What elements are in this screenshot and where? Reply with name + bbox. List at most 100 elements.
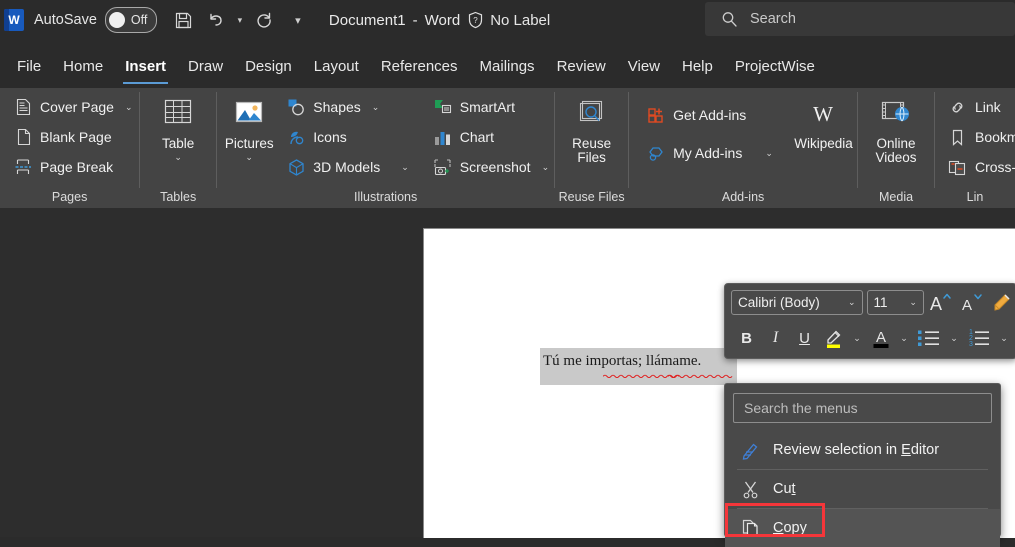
search-input[interactable]: Search [705,2,1015,36]
document-name: Document1 [328,11,406,29]
format-painter-icon[interactable] [989,288,1015,316]
bullets-icon[interactable] [914,324,944,352]
tab-review[interactable]: Review [546,54,617,84]
my-add-ins-icon [646,143,666,163]
underline-button[interactable]: U [791,324,818,352]
tab-projectwise[interactable]: ProjectWise [724,54,826,84]
undo-icon[interactable] [201,6,231,34]
ribbon-group-links-label: Lin [966,190,984,204]
context-menu-item-review-selection-in-editor[interactable]: Review selection in Editor [725,431,1000,469]
tab-draw[interactable]: Draw [177,54,234,84]
cover-page-caret[interactable]: ⌄ [125,102,133,113]
online-videos-button[interactable]: Online Videos [864,92,928,165]
font-size-value: 11 [873,294,888,310]
search-the-menus-input[interactable]: Search the menus [733,393,992,423]
font-name-caret[interactable]: ⌄ [848,297,862,308]
font-size-combobox[interactable]: 11 ⌄ [866,289,924,315]
icons-icon [286,127,306,147]
online-videos-icon [877,94,915,134]
tab-layout[interactable]: Layout [303,54,370,84]
italic-button[interactable]: I [762,324,789,352]
reuse-files-icon [574,94,610,134]
tab-view[interactable]: View [617,54,671,84]
font-color-icon[interactable]: A [867,324,894,352]
smartart-label: SmartArt [459,99,515,115]
get-add-ins-button[interactable]: Get Add-ins [641,100,778,130]
grow-font-icon[interactable]: A [928,288,955,316]
pictures-label: Pictures [224,136,274,151]
redo-icon[interactable] [249,6,279,34]
cross-reference-button[interactable]: Cross- [943,152,1015,182]
context-menu-label-cut: Cut [773,481,796,497]
wikipedia-button[interactable]: W Wikipedia [790,92,857,151]
font-name-value: Calibri (Body) [738,294,820,310]
pictures-button[interactable]: Pictures ⌄ [223,92,275,163]
bullets-caret[interactable]: ⌄ [946,324,962,352]
page-break-button[interactable]: Page Break [8,152,118,182]
get-add-ins-icon [646,105,666,125]
customize-quick-access-toolbar-icon[interactable]: ▾ [291,6,305,34]
word-app-icon: W [4,9,24,31]
link-button[interactable]: Link [943,92,1006,122]
shapes-icon [286,97,306,117]
sensitivity-label-button[interactable]: ? No Label [467,11,550,29]
my-add-ins-caret[interactable]: ⌄ [765,148,773,159]
3d-models-button[interactable]: 3D Models ⌄ [281,152,413,182]
smartart-button[interactable]: SmartArt [428,92,554,122]
bookmark-button[interactable]: Bookm [943,122,1015,152]
tab-mailings[interactable]: Mailings [469,54,546,84]
page-break-icon [13,157,33,177]
underline-label: U [799,329,810,347]
screenshot-icon [433,157,453,177]
table-button[interactable]: Table ⌄ [146,92,210,163]
document-title: Document1 - Word ? No Label [329,11,550,29]
mini-toolbar-row-format: B I U ⌄ A ⌄ ⌄ 123 ⌄ [725,320,1015,356]
shapes-button[interactable]: Shapes ⌄ [281,92,413,122]
numbering-caret[interactable]: ⌄ [996,324,1012,352]
document-selected-text[interactable]: Tú me importas; llámame. [543,353,701,370]
tab-file[interactable]: File [6,54,52,84]
bold-button[interactable]: B [733,324,760,352]
highlight-color-caret[interactable]: ⌄ [849,324,865,352]
reuse-files-label: Reuse Files [572,136,612,165]
reuse-files-button[interactable]: Reuse Files [560,92,624,165]
cover-page-button[interactable]: Cover Page ⌄ [8,92,137,122]
3d-models-caret[interactable]: ⌄ [401,162,409,173]
cover-page-icon [13,97,33,117]
tab-references[interactable]: References [370,54,469,84]
screenshot-caret[interactable]: ⌄ [542,162,550,173]
numbering-icon[interactable]: 123 [964,324,994,352]
table-caret[interactable]: ⌄ [174,152,182,163]
shapes-caret[interactable]: ⌄ [372,102,380,113]
context-menu-label-copy: Copy [773,520,807,536]
search-the-menus-placeholder: Search the menus [744,400,858,416]
tab-help[interactable]: Help [671,54,724,84]
blank-page-button[interactable]: Blank Page [8,122,117,152]
screenshot-label: Screenshot [459,159,531,175]
tab-design[interactable]: Design [234,54,303,84]
ribbon-tabs: File Home Insert Draw Design Layout Refe… [0,52,1015,84]
screenshot-button[interactable]: Screenshot ⌄ [428,152,554,182]
undo-dropdown-caret[interactable]: ▾ [233,6,247,34]
chart-label: Chart [459,129,494,145]
ribbon-group-reuse-files-label: Reuse Files [558,190,625,204]
icons-button[interactable]: Icons [281,122,413,152]
pictures-caret[interactable]: ⌄ [245,152,253,163]
svg-text:A: A [875,329,885,346]
tab-home[interactable]: Home [52,54,114,84]
text-highlight-color-icon[interactable] [820,324,847,352]
chart-button[interactable]: Chart [428,122,554,152]
font-color-caret[interactable]: ⌄ [896,324,912,352]
autosave-toggle[interactable]: Off [104,7,157,33]
ribbon-group-reuse-files: Reuse Files Reuse Files [555,88,628,208]
font-size-caret[interactable]: ⌄ [909,297,923,308]
blank-page-icon [13,127,33,147]
shrink-font-icon[interactable]: A [959,288,986,316]
my-add-ins-button[interactable]: My Add-ins ⌄ [641,138,778,168]
tab-insert[interactable]: Insert [114,54,177,84]
context-menu-item-copy[interactable]: Copy [725,509,1000,547]
context-menu-item-cut[interactable]: Cut [725,470,1000,508]
ribbon-group-pages: Cover Page ⌄ Blank Page Page Break Pages [0,88,139,208]
save-icon[interactable] [169,6,199,34]
font-name-combobox[interactable]: Calibri (Body) ⌄ [731,289,863,315]
